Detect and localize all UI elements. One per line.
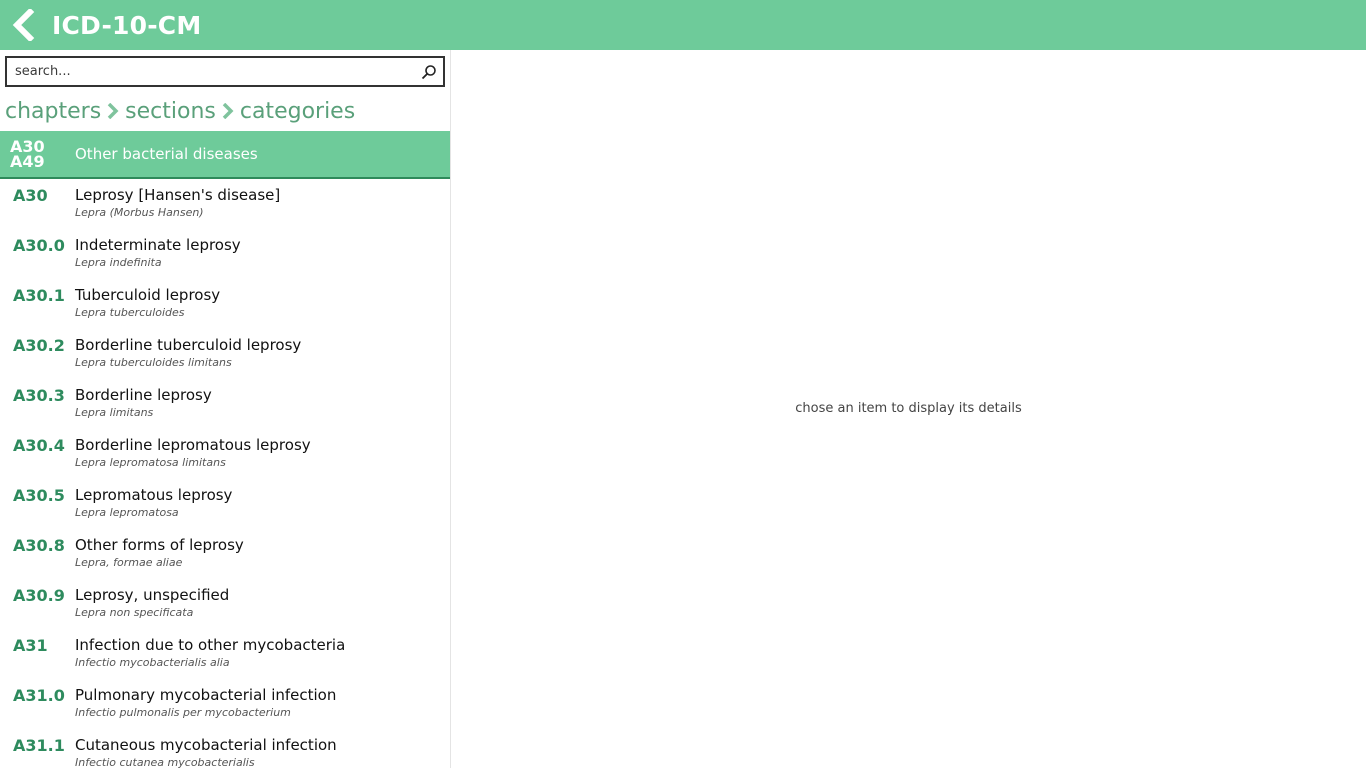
item-text: Leprosy, unspecified Lepra non specificat…: [75, 581, 229, 631]
item-title: Tuberculoid leprosy: [75, 286, 221, 304]
section-code-range: A30 A49: [0, 139, 75, 171]
item-title: Leprosy, unspecified: [75, 586, 230, 604]
item-title: Cutaneous mycobacterial infection: [75, 736, 337, 754]
item-latin-name: Infectio cutanea mycobacterialis: [75, 756, 255, 768]
search-icon: [421, 64, 436, 79]
list-item[interactable]: A30.4 Borderline lepromatous leprosy Lepra…: [0, 431, 450, 481]
chevron-right-icon: [222, 103, 234, 119]
item-title: Borderline tuberculoid leprosy: [75, 336, 302, 354]
item-latin-name: Infectio pulmonalis per mycobacterium: [75, 706, 291, 719]
item-code: A30: [13, 186, 48, 205]
empty-detail-message: chose an item to display its details: [795, 401, 1022, 416]
item-code: A30.5: [13, 486, 65, 505]
list-item[interactable]: A30.8 Other forms of leprosy Lepra, formae…: [0, 531, 450, 581]
item-text: Lepromatous leprosy Lepra lepromatosa: [75, 481, 232, 531]
back-button[interactable]: [2, 0, 46, 50]
item-text: Other forms of leprosy Lepra, formae alia…: [75, 531, 244, 581]
item-title: Borderline leprosy: [75, 386, 212, 404]
breadcrumb: chapters sections categories: [5, 96, 355, 126]
selected-section-header[interactable]: A30 A49 Other bacterial diseases: [0, 131, 450, 179]
item-code: A31: [13, 636, 48, 655]
item-title: Other forms of leprosy: [75, 536, 244, 554]
list-item[interactable]: A30.1 Tuberculoid leprosy Lepra tuberculoi…: [0, 281, 450, 331]
item-title: Lepromatous leprosy: [75, 486, 233, 504]
category-list: A30 Leprosy [Hansen's disease] Lepra (Morb…: [0, 181, 450, 768]
item-text: Infection due to other mycobacteria Infec…: [75, 631, 345, 681]
list-item[interactable]: A31 Infection due to other mycobacteria In…: [0, 631, 450, 681]
item-title: Infection due to other mycobacteria: [75, 636, 346, 654]
item-code: A30.1: [13, 286, 65, 305]
item-text: Borderline tuberculoid leprosy Lepra tube…: [75, 331, 301, 381]
item-latin-name: Lepra tuberculoides limitans: [75, 356, 232, 369]
section-code-end: A49: [10, 152, 45, 171]
breadcrumb-chapters[interactable]: chapters: [5, 99, 101, 124]
item-code: A30.2: [13, 336, 65, 355]
list-item[interactable]: A30 Leprosy [Hansen's disease] Lepra (Morb…: [0, 181, 450, 231]
item-latin-name: Lepra limitans: [75, 406, 154, 419]
item-latin-name: Lepra, formae aliae: [75, 556, 183, 569]
list-item[interactable]: A30.2 Borderline tuberculoid leprosy Lepra…: [0, 331, 450, 381]
item-title: Borderline lepromatous leprosy: [75, 436, 311, 454]
list-item[interactable]: A30.5 Lepromatous leprosy Lepra lepromatos…: [0, 481, 450, 531]
item-text: Cutaneous mycobacterial infection Infecti…: [75, 731, 337, 768]
breadcrumb-sections[interactable]: sections: [125, 99, 216, 124]
item-title: Pulmonary mycobacterial infection: [75, 686, 337, 704]
list-item[interactable]: A31.0 Pulmonary mycobacterial infection In…: [0, 681, 450, 731]
item-code: A30.9: [13, 586, 65, 605]
item-title: Leprosy [Hansen's disease]: [75, 186, 281, 204]
item-text: Tuberculoid leprosy Lepra tuberculoides: [75, 281, 220, 331]
item-code: A30.8: [13, 536, 65, 555]
search-button[interactable]: [415, 58, 443, 85]
search-box: [5, 56, 445, 87]
item-text: Pulmonary mycobacterial infection Infecti…: [75, 681, 336, 731]
list-item[interactable]: A30.9 Leprosy, unspecified Lepra non speci…: [0, 581, 450, 631]
item-title: Indeterminate leprosy: [75, 236, 241, 254]
item-latin-name: Lepra lepromatosa limitans: [75, 456, 226, 469]
back-chevron-icon: [12, 9, 35, 41]
list-item[interactable]: A30.3 Borderline leprosy Lepra limitans: [0, 381, 450, 431]
item-code: A30.4: [13, 436, 65, 455]
section-title: Other bacterial diseases: [75, 145, 258, 163]
item-code: A31.0: [13, 686, 65, 705]
detail-pane: chose an item to display its details: [451, 50, 1366, 768]
item-latin-name: Lepra non specificata: [75, 606, 194, 619]
search-input[interactable]: [7, 58, 415, 85]
app-title: ICD-10-CM: [52, 10, 202, 40]
item-code: A30.3: [13, 386, 65, 405]
chevron-right-icon: [107, 103, 119, 119]
item-code: A31.1: [13, 736, 65, 755]
list-item[interactable]: A31.1 Cutaneous mycobacterial infection In…: [0, 731, 450, 768]
list-item[interactable]: A30.0 Indeterminate leprosy Lepra indefini…: [0, 231, 450, 281]
item-text: Indeterminate leprosy Lepra indefinita: [75, 231, 241, 281]
item-text: Borderline lepromatous leprosy Lepra lepr…: [75, 431, 311, 481]
item-text: Borderline leprosy Lepra limitans: [75, 381, 212, 431]
item-text: Leprosy [Hansen's disease] Lepra (Morbus …: [75, 181, 280, 231]
item-latin-name: Lepra (Morbus Hansen): [75, 206, 204, 219]
item-latin-name: Lepra lepromatosa: [75, 506, 179, 519]
category-list-pane: chapters sections categories A30 A49 Oth…: [0, 50, 451, 768]
breadcrumb-categories[interactable]: categories: [240, 99, 355, 124]
item-latin-name: Lepra tuberculoides: [75, 306, 185, 319]
app-header: ICD-10-CM: [0, 0, 1366, 50]
item-latin-name: Infectio mycobacterialis alia: [75, 656, 230, 669]
item-code: A30.0: [13, 236, 65, 255]
item-latin-name: Lepra indefinita: [75, 256, 162, 269]
